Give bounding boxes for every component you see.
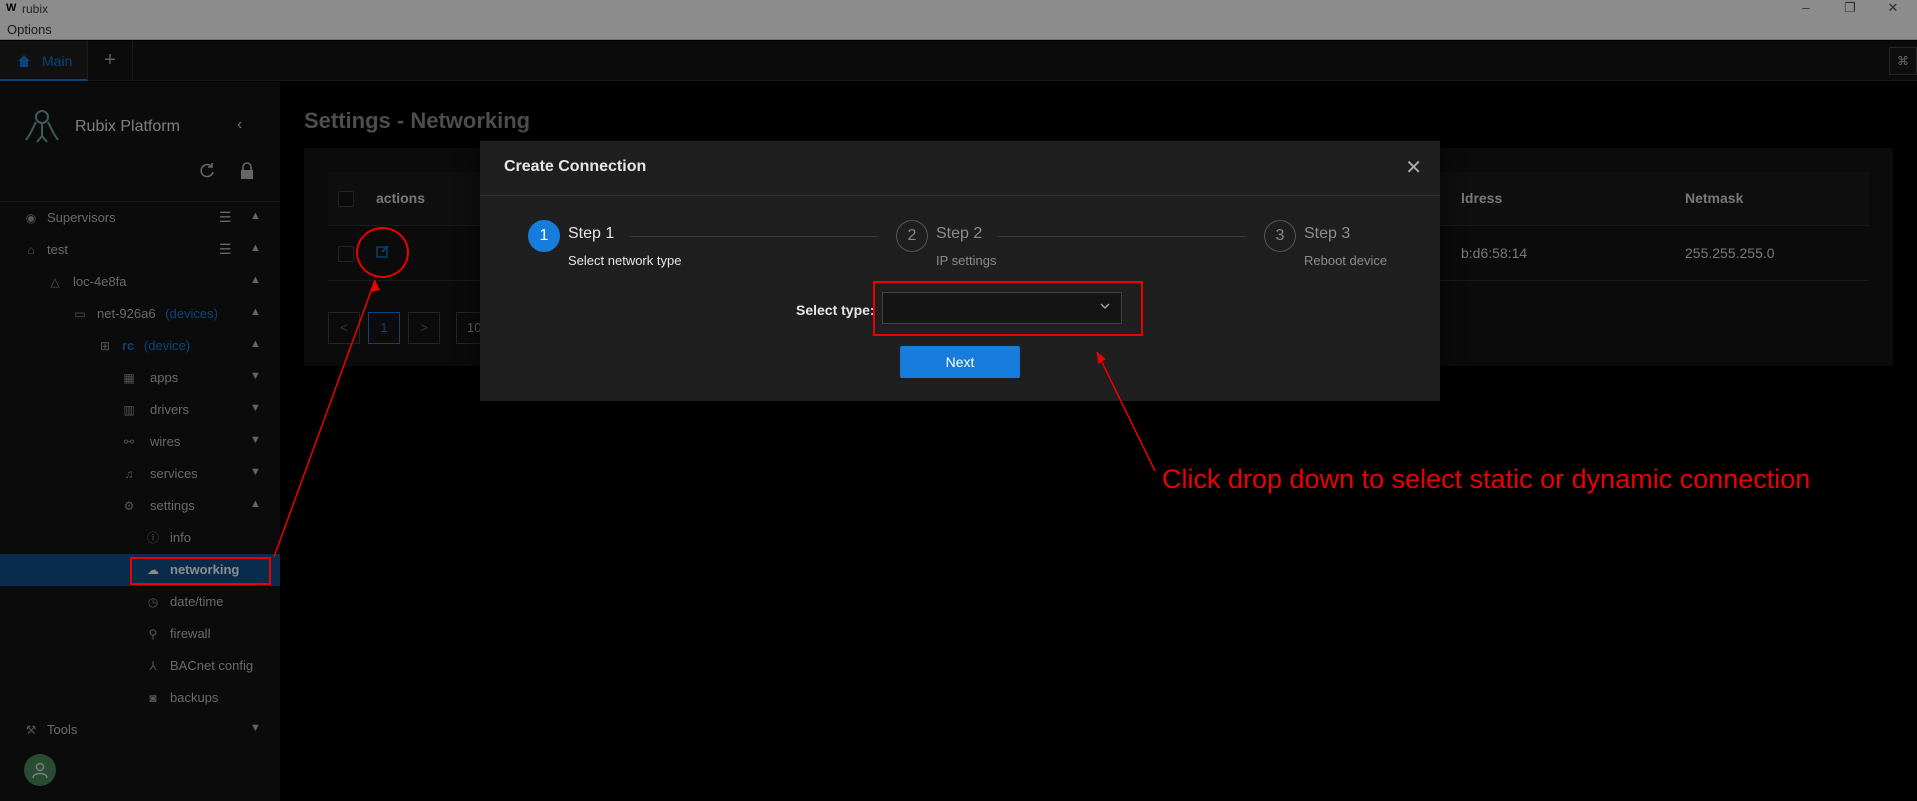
step-2-desc: IP settings [936,253,997,268]
step-3-number: 3 [1264,220,1296,252]
modal-title: Create Connection [504,158,647,175]
modal-header: Create Connection ✕ [480,141,1440,196]
step-connector [998,236,1246,237]
create-connection-modal: Create Connection ✕ 1 Step 1 Select netw… [480,141,1440,401]
step-2-title: Step 2 [936,225,983,242]
step-1-number: 1 [528,220,560,252]
step-1-title: Step 1 [568,225,615,242]
close-icon[interactable]: ✕ [1405,155,1422,180]
annotation-circle-edit [356,227,409,278]
annotation-box-networking [130,557,271,585]
select-type-label: Select type: [796,302,875,318]
annotation-text: Click drop down to select static or dyna… [1162,464,1811,494]
step-2-number: 2 [896,220,928,252]
step-1-desc: Select network type [568,253,682,268]
step-3-desc: Reboot device [1304,253,1388,268]
annotation-box-select [873,281,1143,336]
step-connector [630,236,878,237]
next-button[interactable]: Next [900,346,1020,378]
step-3-title: Step 3 [1304,225,1351,242]
